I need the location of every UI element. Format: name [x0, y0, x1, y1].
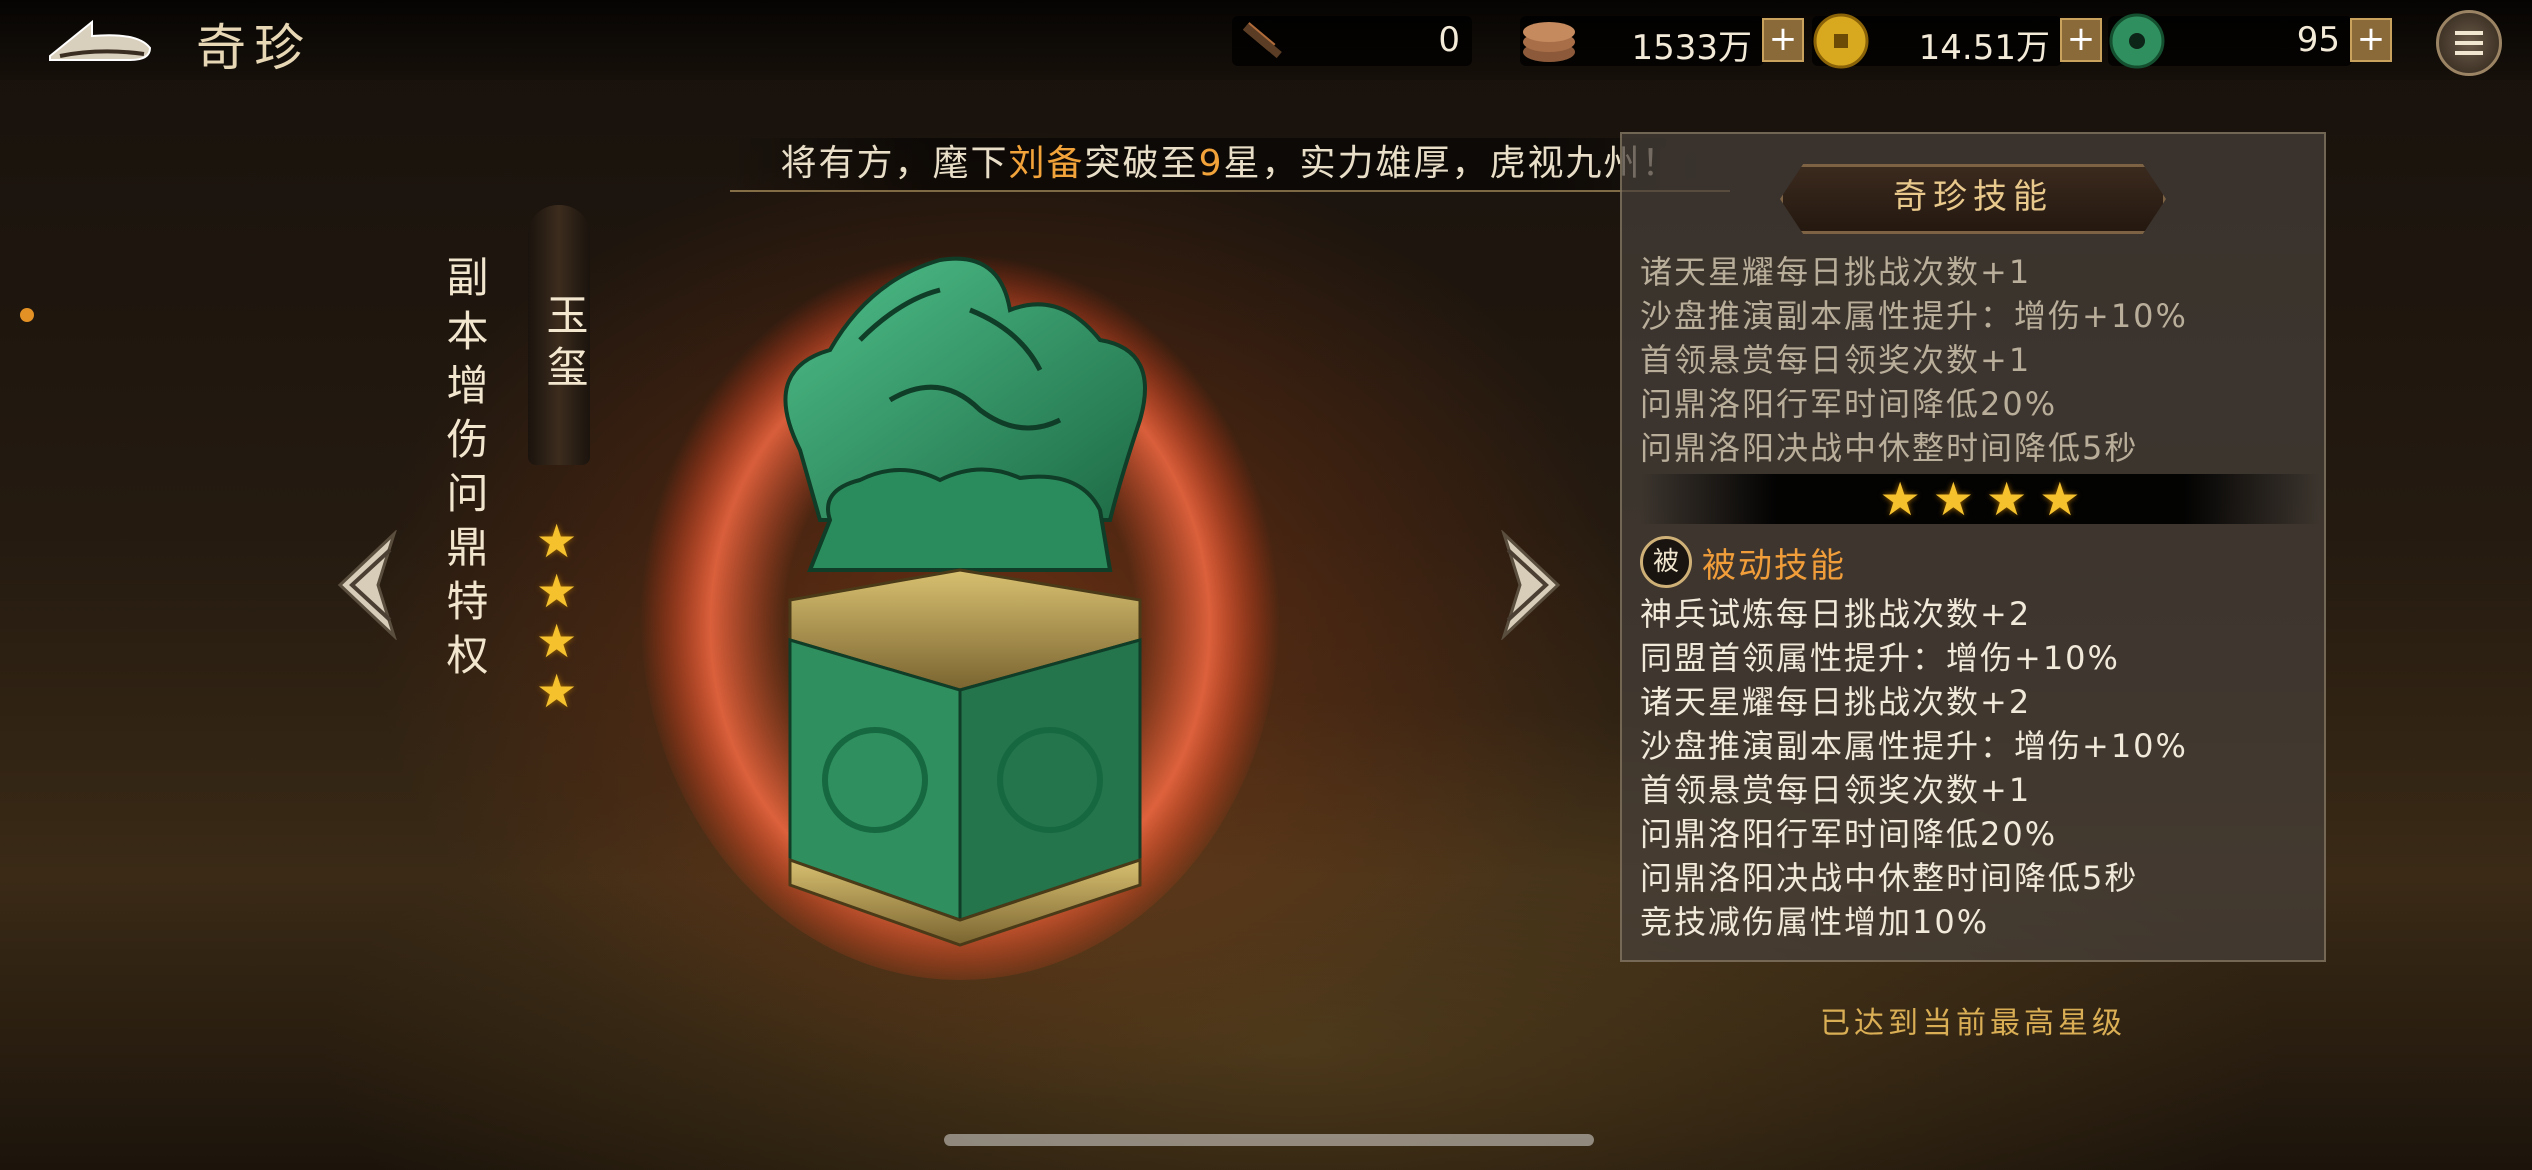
skill-line: 问鼎洛阳行军时间降低20%	[1640, 385, 2058, 423]
previous-level-skills: 诸天星耀每日挑战次数+1 沙盘推演副本属性提升：增伤+10% 首领悬赏每日领奖次…	[1640, 250, 2188, 470]
announcement-stars: 9	[1198, 143, 1224, 184]
skill-line: 问鼎洛阳行军时间降低20%	[1640, 815, 2058, 853]
gold-count: 14.51万	[1918, 28, 2050, 68]
max-level-note: 已达到当前最高星级	[1820, 1006, 2126, 1041]
skill-panel-title: 奇珍技能	[1780, 164, 2166, 234]
skill-line: 问鼎洛阳决战中休整时间降低5秒	[1640, 859, 2139, 897]
add-gold-button[interactable]: +	[2060, 18, 2102, 62]
treasure-stars: ★ ★ ★ ★	[536, 516, 577, 716]
skill-line: 首领悬赏每日领奖次数+1	[1640, 341, 2032, 379]
treasure-name: 玉玺	[540, 293, 589, 397]
gold-coin-icon	[1813, 13, 1869, 69]
prev-arrow-icon[interactable]	[332, 530, 402, 640]
skill-line: 沙盘推演副本属性提升：增伤+10%	[1640, 297, 2188, 335]
skill-line: 神兵试炼每日挑战次数+2	[1640, 595, 2032, 633]
resource-jade: 95 +	[2108, 13, 2392, 69]
announcement-text: 突破至	[1084, 143, 1199, 184]
skill-line: 竞技减伤属性增加10%	[1640, 903, 1990, 941]
jade-count: 95	[2296, 20, 2340, 60]
hammer-count: 0	[1438, 20, 1460, 60]
resource-gold: 14.51万 +	[1812, 13, 2102, 69]
add-jade-button[interactable]: +	[2350, 18, 2392, 62]
star-icon: ★	[1879, 472, 1921, 526]
jade-seal-artwork	[640, 240, 1280, 980]
passive-badge-icon: 被	[1640, 536, 1692, 588]
star-icon: ★	[536, 564, 578, 618]
announcement-text: 将有方，麾下	[780, 143, 1009, 184]
star-icon: ★	[2039, 472, 2081, 526]
copper-count: 1533万	[1631, 28, 1752, 68]
skill-line: 首领悬赏每日领奖次数+1	[1640, 771, 2032, 809]
skill-line: 沙盘推演副本属性提升：增伤+10%	[1640, 727, 2188, 765]
skill-star-band: ★ ★ ★ ★	[1640, 474, 2320, 524]
page-title: 奇珍	[196, 19, 312, 77]
passive-skill-title: 被动技能	[1702, 546, 1846, 586]
home-indicator[interactable]	[944, 1134, 1594, 1146]
resource-hammer: 0	[1232, 16, 1472, 66]
current-level-skills: 神兵试炼每日挑战次数+2 同盟首领属性提升：增伤+10% 诸天星耀每日挑战次数+…	[1640, 592, 2188, 944]
indicator-dot	[20, 308, 34, 322]
next-arrow-icon[interactable]	[1496, 530, 1566, 640]
resource-copper: 1533万 +	[1520, 16, 1804, 68]
star-icon: ★	[1986, 472, 2028, 526]
skill-line: 诸天星耀每日挑战次数+1	[1640, 253, 2032, 291]
back-icon[interactable]	[40, 12, 160, 68]
hammer-icon	[1242, 22, 1282, 59]
add-copper-button[interactable]: +	[1762, 18, 1804, 62]
treasure-name-plaque: 玉玺	[528, 205, 590, 465]
star-icon: ★	[536, 614, 578, 668]
skill-line: 问鼎洛阳决战中休整时间降低5秒	[1640, 429, 2139, 467]
skill-line: 诸天星耀每日挑战次数+2	[1640, 683, 2032, 721]
star-icon: ★	[1932, 472, 1974, 526]
top-bar: 奇珍 0 1533万 + 14.51万 + 95 +	[0, 0, 2532, 80]
announcement-banner: 将有方，麾下刘备突破至9星，实力雄厚，虎视九州！	[730, 138, 1730, 192]
announcement-general: 刘备	[1008, 143, 1085, 184]
star-icon: ★	[536, 514, 578, 568]
treasure-type-label: 副本增伤问鼎特权	[440, 255, 489, 687]
star-icon: ★	[536, 664, 578, 718]
jade-coin-icon	[2109, 13, 2165, 69]
skill-line: 同盟首领属性提升：增伤+10%	[1640, 639, 2120, 677]
announcement-text: 星，实力雄厚，虎视九州！	[1223, 143, 1680, 184]
menu-button[interactable]	[2436, 10, 2502, 76]
copper-coins-icon	[1523, 22, 1575, 62]
